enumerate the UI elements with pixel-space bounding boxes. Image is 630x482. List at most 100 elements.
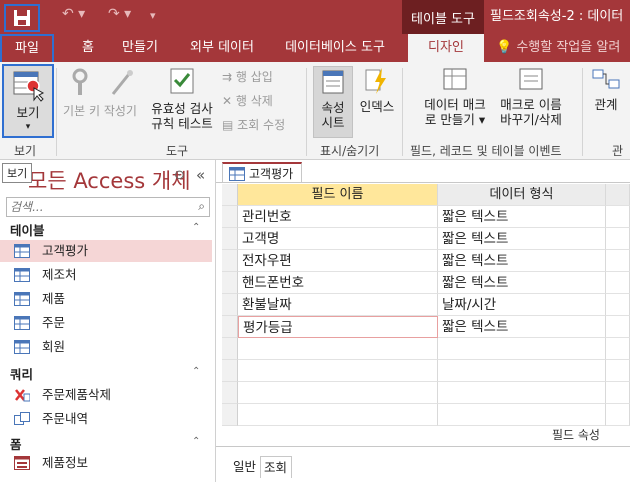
data-type-cell[interactable]	[438, 404, 606, 426]
nav-item-table[interactable]: 고객평가	[0, 240, 212, 262]
row-selector[interactable]	[222, 316, 238, 338]
description-cell[interactable]	[606, 316, 630, 338]
description-cell[interactable]	[606, 294, 630, 316]
description-header[interactable]	[606, 184, 630, 206]
property-sheet-button[interactable]: 속성 시트	[313, 66, 353, 138]
nav-item-table[interactable]: 회원	[0, 336, 212, 358]
field-name-cell[interactable]: 전자우편	[238, 250, 438, 272]
row-selector[interactable]	[222, 294, 238, 316]
row-selector[interactable]	[222, 250, 238, 272]
data-type-cell[interactable]: 짧은 텍스트	[438, 272, 606, 294]
group-label-tools: 도구	[166, 144, 189, 158]
description-cell[interactable]	[606, 272, 630, 294]
lightbulb-icon: 💡	[496, 40, 517, 55]
nav-group-forms[interactable]: 폼	[10, 434, 22, 453]
nav-item-table[interactable]: 제조처	[0, 264, 212, 286]
row-selector[interactable]	[222, 228, 238, 250]
table-icon	[14, 292, 30, 306]
pane-splitter[interactable]	[216, 446, 630, 447]
row-selector[interactable]	[222, 338, 238, 360]
field-name-cell[interactable]: 환불날짜	[238, 294, 438, 316]
tab-create[interactable]: 만들기	[112, 34, 168, 62]
create-data-macros-button[interactable]: 데이터 매크 로 만들기 ▾	[418, 66, 492, 127]
view-button[interactable]: 보기 ▾	[2, 64, 54, 138]
modify-lookups-button[interactable]: ▤ 조회 수정	[222, 116, 285, 133]
undo-icon[interactable]: ↶ ▾	[62, 6, 85, 22]
nav-pane-header[interactable]: 모든 Access 개체 ⊙ «	[0, 160, 216, 196]
tab-design[interactable]: 디자인	[408, 34, 484, 62]
nav-item-label: 제품	[42, 291, 66, 306]
document-tab[interactable]: 고객평가	[222, 162, 303, 182]
field-properties-label: 필드 속성	[552, 428, 600, 442]
redo-icon[interactable]: ↷ ▾	[108, 6, 131, 22]
collapse-group-icon[interactable]: ⌃	[192, 366, 200, 377]
field-name-cell[interactable]: 핸드폰번호	[238, 272, 438, 294]
field-name-cell[interactable]	[238, 338, 438, 360]
save-button[interactable]	[4, 4, 40, 32]
description-cell[interactable]	[606, 250, 630, 272]
description-cell[interactable]	[606, 360, 630, 382]
row-selector[interactable]	[222, 404, 238, 426]
row-selector[interactable]	[222, 184, 238, 206]
search-input[interactable]	[7, 198, 183, 216]
table-row: 관리번호 짧은 텍스트	[222, 206, 630, 228]
nav-item-query[interactable]: 주문내역	[0, 408, 212, 430]
tab-database-tools[interactable]: 데이터베이스 도구	[274, 34, 396, 62]
tab-home[interactable]: 홈	[72, 34, 104, 62]
field-name-cell[interactable]: 고객명	[238, 228, 438, 250]
row-selector[interactable]	[222, 360, 238, 382]
field-name-cell[interactable]: 평가등급	[238, 316, 438, 338]
nav-group-tables[interactable]: 테이블	[10, 220, 45, 239]
description-cell[interactable]	[606, 382, 630, 404]
delete-rows-button[interactable]: ✕ 행 삭제	[222, 92, 273, 109]
nav-item-table[interactable]: 주문	[0, 312, 212, 334]
data-type-cell[interactable]: 짧은 텍스트	[438, 228, 606, 250]
data-type-cell[interactable]: 날짜/시간	[438, 294, 606, 316]
field-name-cell[interactable]	[238, 382, 438, 404]
nav-group-queries[interactable]: 쿼리	[10, 364, 33, 383]
nav-item-form[interactable]: 제품정보	[0, 452, 212, 474]
data-type-cell[interactable]: 짧은 텍스트	[438, 206, 606, 228]
nav-menu-chevron-icon[interactable]: ⊙	[174, 168, 185, 183]
row-selector[interactable]	[222, 206, 238, 228]
collapse-pane-icon[interactable]: «	[196, 166, 205, 184]
property-sheet-icon	[322, 70, 344, 94]
row-selector[interactable]	[222, 382, 238, 404]
data-type-cell[interactable]	[438, 338, 606, 360]
collapse-group-icon[interactable]: ⌃	[192, 436, 200, 447]
description-cell[interactable]	[606, 206, 630, 228]
test-validation-button[interactable]: 유효성 검사 규칙 테스트	[144, 66, 220, 131]
relationships-button[interactable]: 관계	[586, 66, 626, 112]
indexes-button[interactable]: 인덱스	[356, 66, 398, 114]
field-name-cell[interactable]	[238, 404, 438, 426]
customize-qat-icon[interactable]: ▾	[150, 9, 156, 22]
field-name-header[interactable]: 필드 이름	[238, 184, 438, 206]
row-selector[interactable]	[222, 272, 238, 294]
field-name-cell[interactable]	[238, 360, 438, 382]
tab-external-data[interactable]: 외부 데이터	[176, 34, 268, 62]
data-type-header[interactable]: 데이터 형식	[438, 184, 606, 206]
collapse-group-icon[interactable]: ⌃	[192, 222, 200, 233]
search-icon[interactable]: ⌕	[198, 199, 205, 214]
tell-me-label: 수행할 작업을 알려	[516, 40, 621, 55]
indexes-label: 인덱스	[359, 99, 395, 114]
insert-rows-button[interactable]: ⇉ 행 삽입	[222, 68, 273, 85]
data-type-cell[interactable]: 짧은 텍스트	[438, 316, 606, 338]
description-cell[interactable]	[606, 228, 630, 250]
description-cell[interactable]	[606, 404, 630, 426]
rename-delete-macro-button[interactable]: 매크로 이름 바꾸기/삭제	[494, 66, 568, 127]
field-name-cell[interactable]: 관리번호	[238, 206, 438, 228]
primary-key-button[interactable]	[58, 68, 102, 101]
nav-item-table[interactable]: 제품	[0, 288, 212, 310]
tab-file[interactable]: 파일	[0, 34, 54, 62]
data-type-cell[interactable]	[438, 360, 606, 382]
builder-button[interactable]	[102, 68, 142, 101]
tab-general[interactable]: 일반	[230, 456, 260, 478]
data-type-cell[interactable]: 짧은 텍스트	[438, 250, 606, 272]
data-type-cell[interactable]	[438, 382, 606, 404]
search-box[interactable]: ⌕	[6, 197, 210, 217]
tell-me-box[interactable]: 💡 수행할 작업을 알려	[496, 34, 620, 62]
nav-item-query[interactable]: 주문제품삭제	[0, 384, 212, 406]
description-cell[interactable]	[606, 338, 630, 360]
tab-lookup[interactable]: 조회	[260, 456, 292, 478]
